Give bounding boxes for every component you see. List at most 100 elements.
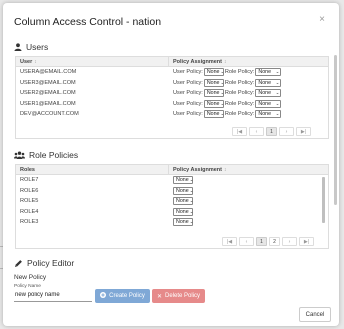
- select-value: None: [176, 187, 189, 194]
- role-policy-select[interactable]: None ⌄: [255, 68, 282, 77]
- create-policy-button[interactable]: Create Policy: [95, 289, 150, 303]
- delete-policy-label: Delete Policy: [165, 293, 201, 299]
- role-policy-select[interactable]: None ⌄: [173, 176, 194, 185]
- roles-pager: |◀ ‹ 1 2 › ▶|: [222, 237, 314, 246]
- table-row: USERA@EMAIL.COM User Policy: None ⌄ Role …: [16, 67, 328, 78]
- role-policy-select[interactable]: None ⌄: [255, 89, 282, 98]
- role-name: ROLE7: [20, 177, 39, 184]
- table-row: ROLE5 None ⌄: [16, 196, 328, 207]
- page-button[interactable]: 1: [266, 127, 277, 136]
- editor-title-text: Policy Editor: [27, 258, 75, 268]
- policy-cell: None ⌄: [169, 176, 194, 185]
- role-policy-label: Role Policy:: [224, 100, 255, 107]
- users-section-title: Users: [14, 42, 48, 52]
- user-policy-label: User Policy:: [173, 69, 203, 76]
- user-policy-select[interactable]: None ⌄: [203, 110, 224, 119]
- select-value: None: [206, 100, 220, 107]
- last-page-button[interactable]: ▶|: [296, 127, 311, 136]
- user-email: USERA@EMAIL.COM: [20, 69, 77, 76]
- chevron-down-icon: ⌄: [189, 198, 194, 204]
- first-page-button[interactable]: |◀: [222, 237, 237, 246]
- next-page-button[interactable]: ›: [282, 237, 297, 246]
- role-policy-label: Role Policy:: [224, 111, 255, 118]
- role-name: ROLE5: [20, 198, 39, 205]
- policy-cell: None ⌄: [169, 197, 194, 206]
- role-policy-select[interactable]: None ⌄: [255, 78, 282, 87]
- policy-cell: User Policy: None ⌄ Role Policy: None ⌄: [169, 89, 282, 98]
- prev-page-button[interactable]: ‹: [249, 127, 264, 136]
- users-pager: |◀ ‹ 1 › ▶|: [232, 127, 311, 136]
- role-name: ROLE6: [20, 187, 39, 194]
- role-policy-select[interactable]: None ⌄: [173, 207, 194, 216]
- role-policy-select[interactable]: None ⌄: [173, 197, 194, 206]
- roles-table-scrollbar[interactable]: [322, 177, 325, 223]
- user-policy-select[interactable]: None ⌄: [203, 78, 225, 87]
- chevron-down-icon: ⌄: [189, 187, 194, 193]
- users-group-icon: [14, 151, 25, 159]
- close-icon[interactable]: ×: [317, 15, 327, 25]
- last-page-button[interactable]: ▶|: [299, 237, 314, 246]
- chevron-down-icon: ⌄: [220, 79, 225, 85]
- first-page-button[interactable]: |◀: [232, 127, 247, 136]
- chevron-down-icon: ⌄: [275, 100, 280, 106]
- user-email: USER1@EMAIL.COM: [20, 100, 76, 107]
- table-row: USER3@EMAIL.COM User Policy: None ⌄ Role …: [16, 78, 328, 89]
- dialog-title: Column Access Control - nation: [14, 16, 162, 28]
- role-policy-select[interactable]: None ⌄: [173, 218, 194, 227]
- chevron-down-icon: ⌄: [220, 90, 225, 96]
- chevron-down-icon: ⌄: [275, 79, 280, 85]
- select-value: None: [258, 69, 272, 76]
- user-policy-label: User Policy:: [173, 111, 203, 118]
- delete-policy-button[interactable]: ✕ Delete Policy: [152, 289, 205, 303]
- chevron-down-icon: ⌄: [189, 219, 194, 225]
- select-value: None: [258, 90, 272, 97]
- role-name: ROLE3: [20, 219, 39, 226]
- prev-page-button[interactable]: ‹: [239, 237, 254, 246]
- close-icon: ✕: [156, 293, 162, 300]
- role-policy-select[interactable]: None ⌄: [255, 110, 282, 119]
- page-button-1[interactable]: 1: [256, 237, 267, 246]
- user-policy-select[interactable]: None ⌄: [203, 99, 224, 108]
- editor-section-title: Policy Editor: [14, 258, 74, 268]
- user-icon: [14, 43, 22, 51]
- user-email: DEV@ACCOUNT.COM: [20, 111, 79, 118]
- policy-cell: User Policy: None ⌄ Role Policy: None ⌄: [169, 99, 282, 108]
- chevron-down-icon: ⌄: [275, 90, 280, 96]
- table-row: ROLE7 None ⌄: [16, 175, 328, 186]
- user-policy-select[interactable]: None ⌄: [203, 89, 225, 98]
- user-policy-label: User Policy:: [173, 90, 203, 97]
- select-value: None: [206, 90, 220, 97]
- role-policy-select[interactable]: None ⌄: [255, 99, 282, 108]
- chevron-down-icon: ⌄: [220, 69, 225, 75]
- roles-column-header[interactable]: Roles: [16, 165, 169, 174]
- create-policy-label: Create Policy: [109, 293, 145, 299]
- user-column-label: User: [20, 58, 33, 65]
- policy-cell: User Policy: None ⌄ Role Policy: None ⌄: [169, 78, 282, 87]
- chevron-down-icon: ⌄: [275, 69, 280, 75]
- chevron-down-icon: ⌄: [275, 111, 280, 117]
- user-column-header[interactable]: User ↕: [16, 57, 169, 66]
- policy-cell: None ⌄: [169, 218, 194, 227]
- policy-cell: User Policy: None ⌄ Role Policy: None ⌄: [169, 110, 282, 119]
- policy-name-input[interactable]: [14, 289, 92, 302]
- next-page-button[interactable]: ›: [279, 127, 294, 136]
- role-policy-label: Role Policy:: [224, 69, 255, 76]
- user-policy-label: User Policy:: [173, 79, 203, 86]
- role-policy-column-header[interactable]: Policy Assignment ↕: [169, 167, 227, 173]
- policy-cell: User Policy: None ⌄ Role Policy: None ⌄: [169, 68, 282, 77]
- chevron-down-icon: ⌄: [189, 208, 194, 214]
- sort-icon: ↕: [224, 166, 227, 173]
- users-table: User ↕ Policy Assignment ↕ USERA@EMAIL.COM…: [15, 56, 329, 139]
- policy-column-header[interactable]: Policy Assignment ↕: [169, 59, 227, 65]
- user-policy-select[interactable]: None ⌄: [203, 68, 225, 77]
- dialog-scrollbar[interactable]: [334, 55, 337, 205]
- table-row: ROLE6 None ⌄: [16, 186, 328, 197]
- sort-icon: ↕: [34, 58, 37, 65]
- cancel-button[interactable]: Cancel: [299, 307, 331, 322]
- select-value: None: [258, 100, 272, 107]
- page-button-2[interactable]: 2: [269, 237, 280, 246]
- chevron-down-icon: ⌄: [189, 177, 194, 183]
- select-value: None: [176, 208, 189, 215]
- roles-table: Roles Policy Assignment ↕ ROLE7 None ⌄ ROL…: [15, 164, 329, 249]
- role-policy-select[interactable]: None ⌄: [173, 186, 194, 195]
